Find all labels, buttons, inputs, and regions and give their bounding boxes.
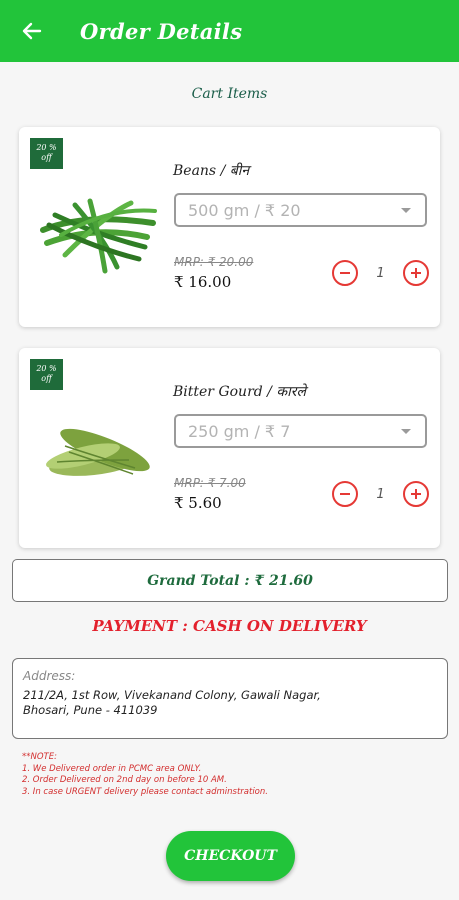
decrement-button[interactable]: [332, 260, 358, 286]
mrp-price: MRP: ₹ 7.00: [174, 476, 246, 490]
address-line: 211/2A, 1st Row, Vivekanand Colony, Gawa…: [23, 688, 321, 702]
variant-dropdown[interactable]: 500 gm / ₹ 20: [174, 193, 427, 227]
product-name: Beans / बीन: [173, 163, 250, 179]
quantity-stepper: 1: [332, 479, 429, 509]
discount-badge: 20 % off: [30, 359, 63, 390]
minus-icon: [340, 272, 350, 274]
cart-item-card: 20 % off Bitter Gourd / कारले 250 gm / ₹…: [19, 348, 440, 548]
address-field[interactable]: Address: 211/2A, 1st Row, Vivekanand Col…: [12, 658, 448, 739]
note-line: 1. We Delivered order in PCMC area ONLY.: [22, 763, 202, 774]
selling-price: ₹ 5.60: [174, 494, 222, 512]
bitter-gourd-image: [46, 428, 150, 476]
increment-button[interactable]: [403, 260, 429, 286]
chevron-down-icon: [401, 428, 411, 434]
quantity-value: 1: [376, 486, 385, 502]
note-heading: **NOTE:: [22, 752, 57, 762]
plus-icon: [411, 489, 421, 499]
payment-method: PAYMENT : CASH ON DELIVERY: [92, 617, 367, 635]
chevron-down-icon: [401, 207, 411, 213]
beans-image: [40, 198, 157, 274]
page-title: Order Details: [80, 18, 243, 44]
checkout-button[interactable]: CHECKOUT: [166, 831, 295, 881]
back-button[interactable]: [22, 19, 46, 43]
arrow-left-icon: [22, 22, 42, 40]
address-text: 211/2A, 1st Row, Vivekanand Colony, Gawa…: [23, 688, 437, 718]
quantity-value: 1: [376, 265, 385, 281]
address-line: Bhosari, Pune - 411039: [23, 703, 158, 717]
discount-badge: 20 % off: [30, 138, 63, 169]
selling-price: ₹ 16.00: [174, 273, 232, 291]
plus-icon: [411, 268, 421, 278]
product-name: Bitter Gourd / कारले: [173, 384, 306, 400]
mrp-price: MRP: ₹ 20.00: [174, 255, 254, 269]
grand-total: Grand Total : ₹ 21.60: [12, 559, 448, 602]
quantity-stepper: 1: [332, 258, 429, 288]
section-title: Cart Items: [191, 86, 268, 102]
minus-icon: [340, 493, 350, 495]
decrement-button[interactable]: [332, 481, 358, 507]
increment-button[interactable]: [403, 481, 429, 507]
app-bar: Order Details: [0, 0, 459, 62]
address-label: Address:: [23, 669, 76, 683]
note-line: 3. In case URGENT delivery please contac…: [22, 786, 268, 797]
variant-value: 500 gm / ₹ 20: [188, 200, 301, 220]
note-line: 2. Order Delivered on 2nd day on before …: [22, 775, 227, 785]
variant-value: 250 gm / ₹ 7: [188, 421, 291, 441]
variant-dropdown[interactable]: 250 gm / ₹ 7: [174, 414, 427, 448]
cart-item-card: 20 % off Beans / बीन 500 gm / ₹ 20 MRP: …: [19, 127, 440, 327]
delivery-note: **NOTE: 1. We Delivered order in PCMC ar…: [22, 752, 442, 798]
